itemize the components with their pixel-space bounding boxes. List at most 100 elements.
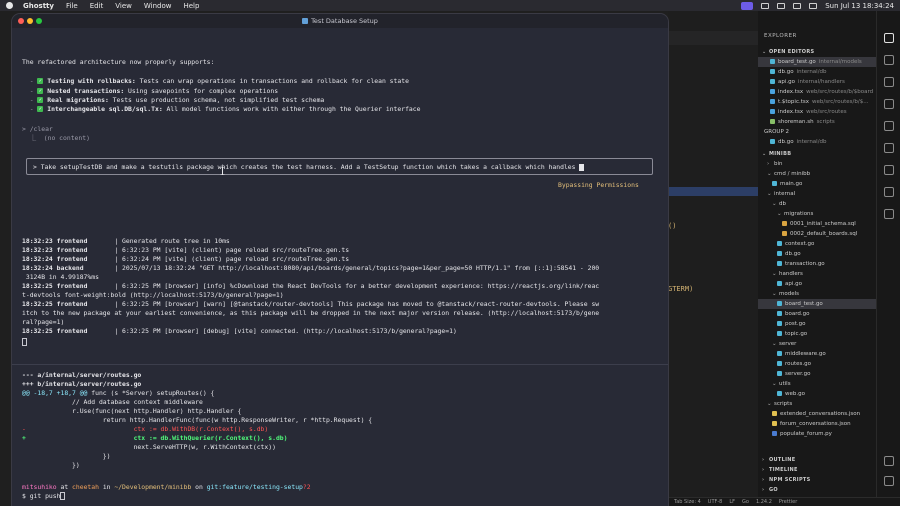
terminal-titlebar[interactable]: Test Database Setup [12, 14, 668, 28]
tree-item[interactable]: ⌄ migrations [758, 209, 876, 219]
open-editor-item[interactable]: index.tsx web/src/routes/b/$board [758, 87, 876, 97]
tree-item[interactable]: ⌄ internal [758, 189, 876, 199]
tree-item[interactable]: web.go [758, 389, 876, 399]
tree-item[interactable]: ⌄ db [758, 199, 876, 209]
log-time: 18:32:24 [22, 264, 57, 272]
log-line: 18:32:25 frontend | 6:32:25 PM [browser]… [22, 327, 457, 335]
tree-item[interactable]: ⌄ models [758, 289, 876, 299]
chevron-down-icon: ⌄ [772, 381, 777, 387]
settings-gear-icon[interactable] [884, 476, 894, 486]
open-editors-section[interactable]: ⌄ OPEN EDITORS [758, 47, 876, 57]
docker-icon[interactable] [884, 187, 894, 197]
close-window-button[interactable] [18, 18, 24, 24]
tree-item[interactable]: main.go [758, 179, 876, 189]
tree-item[interactable]: post.go [758, 319, 876, 329]
tree-item[interactable]: transaction.go [758, 259, 876, 269]
explorer-icon[interactable] [884, 33, 894, 43]
search-icon[interactable] [884, 55, 894, 65]
wifi-icon[interactable] [777, 2, 786, 9]
tree-item[interactable]: forum_conversations.json [758, 419, 876, 429]
tree-item[interactable]: ⌄ server [758, 339, 876, 349]
clear-command: > /clear [22, 125, 53, 133]
tree-item[interactable]: ⌄ scripts [758, 399, 876, 409]
go-file-icon [777, 311, 782, 316]
editor-area[interactable]: () GTERM) [668, 11, 758, 506]
tree-item[interactable]: server.go [758, 369, 876, 379]
menu-app-name[interactable]: Ghostty [23, 2, 54, 10]
menu-view[interactable]: View [115, 2, 132, 10]
tree-item[interactable]: routes.go [758, 359, 876, 369]
menu-window[interactable]: Window [144, 2, 172, 10]
chevron-right-icon: › [762, 457, 765, 463]
shell-command[interactable]: $ git push [22, 492, 66, 500]
tree-item[interactable]: db.go [758, 249, 876, 259]
check-icon: ✓ [37, 106, 44, 112]
tree-item[interactable]: board.go [758, 309, 876, 319]
log-line: 3124B in 4.99187%ms [22, 273, 99, 281]
file-name: web.go [785, 391, 805, 397]
source-control-icon[interactable] [884, 77, 894, 87]
tree-item[interactable]: api.go [758, 279, 876, 289]
status-item[interactable]: 1.24.2 [756, 499, 772, 505]
testing-icon[interactable] [884, 165, 894, 175]
menu-file[interactable]: File [66, 2, 78, 10]
tsx-file-icon [770, 89, 775, 94]
open-editor-item[interactable]: db.go internal/db [758, 67, 876, 77]
tree-item[interactable]: topic.go [758, 329, 876, 339]
open-editor-item[interactable]: db.go internal/db [758, 137, 876, 147]
panel-section[interactable]: › NPM SCRIPTS [758, 475, 876, 485]
open-editor-item[interactable]: board_test.go internal/models [758, 57, 876, 67]
menu-bar: Ghostty File Edit View Window Help Sun J… [0, 0, 900, 11]
chevron-down-icon: ⌄ [777, 211, 782, 217]
menu-clock[interactable]: Sun Jul 13 18:34:24 [825, 2, 894, 10]
tree-item[interactable]: extended_conversations.json [758, 409, 876, 419]
open-editor-item[interactable]: api.go internal/handlers [758, 77, 876, 87]
panel-section[interactable]: › GO [758, 485, 876, 495]
battery-icon[interactable] [761, 2, 770, 9]
status-item[interactable]: Tab Size: 4 [674, 499, 701, 505]
prompt-input[interactable]: > Take setupTestDB and make a testutils … [26, 158, 653, 175]
tree-item[interactable]: context.go [758, 239, 876, 249]
prompt-text[interactable]: > Take setupTestDB and make a testutils … [33, 163, 585, 171]
check-icon: ✓ [37, 97, 44, 103]
log-time: 18:32:23 [22, 246, 57, 254]
chevron-down-icon: ⌄ [767, 171, 772, 177]
run-debug-icon[interactable] [884, 99, 894, 109]
apple-icon[interactable] [6, 2, 13, 9]
open-editor-item[interactable]: shoreman.sh scripts [758, 117, 876, 127]
tree-item[interactable]: board_test.go [758, 299, 876, 309]
database-icon[interactable] [884, 209, 894, 219]
tree-item[interactable]: middleware.go [758, 349, 876, 359]
tree-item[interactable]: populate_forum.py [758, 429, 876, 439]
menu-edit[interactable]: Edit [90, 2, 104, 10]
chevron-down-icon: ⌄ [772, 271, 777, 277]
tree-item[interactable]: › bin [758, 159, 876, 169]
terminal-content[interactable]: The refactored architecture now properly… [12, 28, 668, 506]
log-line: itch to the new package at your earliest… [22, 309, 599, 317]
tree-item[interactable]: ⌄ handlers [758, 269, 876, 279]
search-icon[interactable] [793, 2, 802, 9]
tree-item[interactable]: ⌄ utils [758, 379, 876, 389]
status-item[interactable]: Go [742, 499, 749, 505]
tree-item[interactable]: 0001_initial_schema.sql [758, 219, 876, 229]
panel-section[interactable]: › OUTLINE [758, 455, 876, 465]
zoom-window-button[interactable] [36, 18, 42, 24]
tree-item[interactable]: 0002_default_boards.sql [758, 229, 876, 239]
shell-prompt: mitsuhiko at cheetah in ~/Development/mi… [22, 483, 311, 491]
panel-section[interactable]: › TIMELINE [758, 465, 876, 475]
status-item[interactable]: Prettier [779, 499, 797, 505]
status-item[interactable]: LF [729, 499, 735, 505]
pane-divider[interactable] [12, 364, 668, 365]
status-item[interactable]: UTF-8 [708, 499, 723, 505]
control-center-icon[interactable] [809, 2, 818, 9]
extensions-icon[interactable] [884, 121, 894, 131]
project-section[interactable]: ⌄ MINIBB [758, 149, 876, 159]
menu-help[interactable]: Help [183, 2, 199, 10]
account-icon[interactable] [884, 456, 894, 466]
open-editor-item[interactable]: index.tsx web/src/routes [758, 107, 876, 117]
remote-icon[interactable] [884, 143, 894, 153]
tree-item[interactable]: ⌄ cmd / minibb [758, 169, 876, 179]
open-editor-item[interactable]: t.$topic.tsx web/src/routes/b/$... [758, 97, 876, 107]
ai-status-icon[interactable] [741, 1, 754, 10]
minimize-window-button[interactable] [27, 18, 33, 24]
